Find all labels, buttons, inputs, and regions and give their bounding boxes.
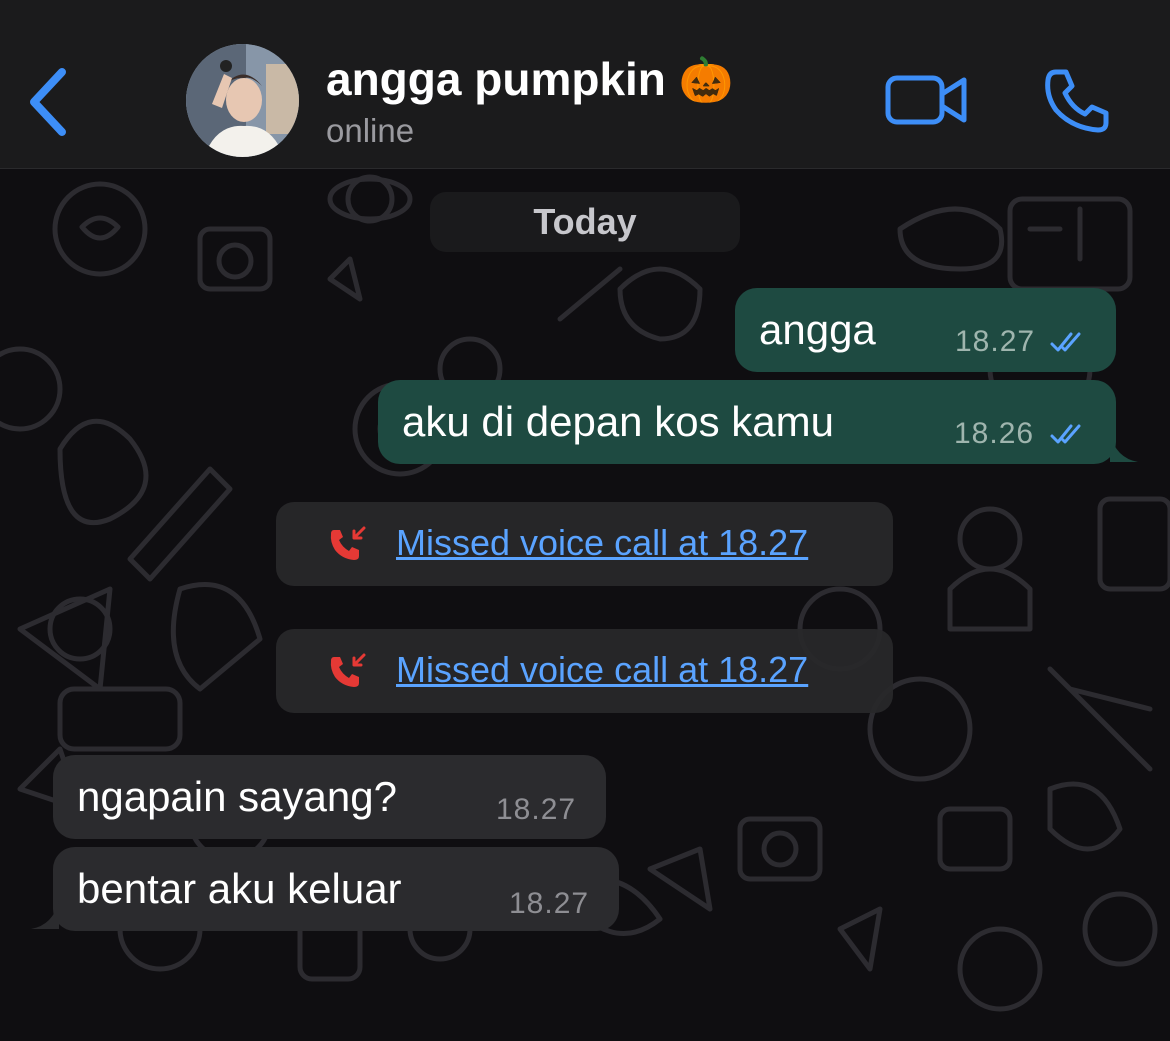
video-camera-icon — [885, 75, 967, 125]
message-time: 18.27 — [955, 325, 1036, 358]
pumpkin-emoji: 🎃 — [678, 56, 734, 105]
avatar[interactable] — [186, 44, 299, 157]
message-time: 18.27 — [496, 793, 577, 826]
bubble-tail — [1110, 434, 1138, 462]
message-text: ngapain sayang? — [77, 773, 397, 820]
message-bubble-outgoing[interactable]: angga 18.27 — [735, 288, 1116, 372]
video-call-button[interactable] — [884, 70, 970, 130]
date-separator: Today — [430, 192, 740, 252]
phone-icon — [1045, 69, 1109, 133]
contact-name[interactable]: angga pumpkin 🎃 — [326, 52, 733, 106]
message-text: bentar aku keluar — [77, 865, 402, 912]
message-bubble-incoming[interactable]: ngapain sayang? 18.27 — [53, 755, 606, 839]
missed-call-icon — [330, 526, 366, 560]
message-time: 18.26 — [954, 417, 1035, 450]
double-check-icon — [1050, 332, 1081, 352]
missed-call-link[interactable]: Missed voice call at 18.27 — [396, 649, 808, 691]
chevron-left-icon — [30, 68, 66, 136]
message-text: angga — [759, 306, 876, 353]
bubble-tail — [31, 901, 59, 929]
missed-call-notice[interactable]: Missed voice call at 18.27 — [276, 629, 893, 713]
message-bubble-outgoing[interactable]: aku di depan kos kamu 18.26 — [378, 380, 1138, 464]
avatar-image — [186, 44, 299, 157]
missed-call-icon — [330, 653, 366, 687]
missed-call-link[interactable]: Missed voice call at 18.27 — [396, 522, 808, 564]
chat-area[interactable]: Today angga 18.27 aku di depan kos kamu … — [0, 169, 1170, 1041]
chat-header: angga pumpkin 🎃 online — [0, 0, 1170, 169]
contact-name-text: angga pumpkin — [326, 53, 666, 105]
missed-call-notice[interactable]: Missed voice call at 18.27 — [276, 502, 893, 586]
message-time: 18.27 — [509, 887, 590, 920]
message-text: aku di depan kos kamu — [402, 398, 834, 445]
voice-call-button[interactable] — [1042, 66, 1112, 136]
presence-status: online — [326, 112, 415, 149]
double-check-icon — [1050, 424, 1081, 444]
message-bubble-incoming[interactable]: bentar aku keluar 18.27 — [31, 847, 619, 931]
back-button[interactable] — [20, 62, 80, 142]
